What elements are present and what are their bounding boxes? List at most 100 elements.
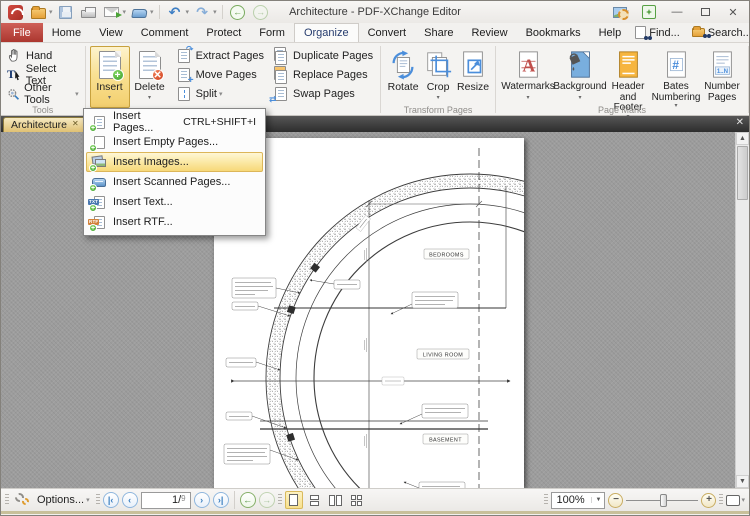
print-button[interactable]: [79, 3, 99, 21]
move-pages-button[interactable]: + Move Pages: [173, 65, 267, 84]
menu-item-insert-pages[interactable]: + Insert Pages... CTRL+SHIFT+I: [86, 112, 263, 132]
delete-button[interactable]: ✕ Delete ▾: [130, 46, 170, 108]
scan-button[interactable]: [129, 3, 149, 21]
scan-dropdown[interactable]: ▾: [150, 8, 154, 16]
tab-help[interactable]: Help: [590, 23, 631, 42]
tab-protect[interactable]: Protect: [197, 23, 250, 42]
grip-handle[interactable]: [278, 494, 282, 506]
fit-page-dropdown[interactable]: ▾: [741, 496, 745, 504]
number-pages-button[interactable]: 1..N Number Pages: [700, 46, 744, 108]
layout-two-pages-continuous-button[interactable]: [348, 491, 366, 509]
save-button[interactable]: [56, 3, 76, 21]
email-dropdown[interactable]: ▾: [123, 8, 127, 16]
other-tools-button[interactable]: Other Tools ▾: [5, 84, 81, 103]
bates-numbering-button[interactable]: # Bates Numbering▾: [652, 46, 700, 108]
menu-item-label: Insert Empty Pages...: [113, 136, 218, 148]
zoom-slider-handle[interactable]: [660, 494, 667, 507]
redo-dropdown[interactable]: ▾: [213, 8, 217, 16]
menu-item-label: Insert Text...: [113, 196, 173, 208]
resize-button[interactable]: Resize: [455, 46, 491, 108]
tab-convert[interactable]: Convert: [359, 23, 416, 42]
tab-close-icon[interactable]: ✕: [72, 119, 79, 128]
vertical-scrollbar[interactable]: ▲ ▼: [735, 132, 749, 488]
swap-pages-button[interactable]: ⇄ Swap Pages: [270, 84, 376, 103]
background-button[interactable]: Background ▾: [556, 46, 604, 108]
zoom-out-button[interactable]: −: [608, 493, 623, 508]
insert-empty-pages-icon: +: [91, 135, 107, 150]
menu-item-insert-scanned-pages[interactable]: + Insert Scanned Pages...: [86, 172, 263, 192]
crop-button[interactable]: Crop ▾: [421, 46, 455, 108]
view-back-button[interactable]: ←: [240, 492, 256, 508]
tab-form[interactable]: Form: [250, 23, 294, 42]
search-button[interactable]: Search...: [687, 23, 750, 42]
layout-continuous-button[interactable]: [306, 491, 324, 509]
maximize-button[interactable]: [693, 4, 717, 21]
next-page-button[interactable]: ›: [194, 492, 210, 508]
zoom-in-button[interactable]: +: [701, 493, 716, 508]
menu-item-insert-rtf[interactable]: RTF+ Insert RTF...: [86, 212, 263, 232]
rotate-button[interactable]: Rotate: [385, 46, 421, 108]
email-button[interactable]: [102, 3, 122, 21]
watermarks-button[interactable]: A Watermarks ▾: [500, 46, 556, 108]
grip-handle[interactable]: [719, 494, 723, 506]
swap-pages-icon: ⇄: [273, 86, 289, 102]
history-forward-button[interactable]: →: [251, 3, 271, 21]
tab-view[interactable]: View: [90, 23, 132, 42]
close-document-button[interactable]: ✕: [736, 117, 744, 128]
open-button[interactable]: [28, 3, 48, 21]
zoom-slider[interactable]: [626, 492, 698, 508]
split-label: Split: [196, 88, 217, 100]
tab-bookmarks[interactable]: Bookmarks: [517, 23, 590, 42]
layout-single-page-button[interactable]: [285, 491, 303, 509]
menu-item-insert-empty-pages[interactable]: + Insert Empty Pages...: [86, 132, 263, 152]
view-forward-button[interactable]: →: [259, 492, 275, 508]
open-dropdown[interactable]: ▾: [49, 8, 53, 16]
tab-home[interactable]: Home: [43, 23, 90, 42]
menu-item-insert-text[interactable]: TXT+ Insert Text...: [86, 192, 263, 212]
menu-item-insert-images[interactable]: + Insert Images...: [86, 152, 263, 172]
grip-handle[interactable]: [96, 494, 100, 506]
scroll-down-button[interactable]: ▼: [736, 475, 749, 488]
previous-page-button[interactable]: ‹: [122, 492, 138, 508]
insert-text-icon: TXT+: [91, 195, 107, 210]
replace-pages-button[interactable]: Replace Pages: [270, 65, 376, 84]
watermarks-icon: A: [513, 49, 543, 81]
scroll-up-button[interactable]: ▲: [736, 132, 749, 145]
tab-review[interactable]: Review: [462, 23, 516, 42]
layout-two-pages-button[interactable]: [327, 491, 345, 509]
zoom-level-combobox[interactable]: 100% ▼: [551, 492, 605, 509]
fit-page-icon[interactable]: [726, 495, 740, 506]
document-tab-architecture[interactable]: Architecture ✕: [3, 117, 87, 132]
scrollbar-thumb[interactable]: [737, 146, 748, 200]
redo-button[interactable]: ↷: [192, 3, 212, 21]
ribbon-tab-bar: File Home View Comment Protect Form Orga…: [1, 23, 749, 43]
insert-button[interactable]: + Insert ▾: [90, 46, 130, 108]
close-button[interactable]: ✕: [721, 4, 745, 21]
extract-pages-button[interactable]: ↷ Extract Pages: [173, 46, 267, 65]
find-label: Find...: [649, 27, 680, 39]
fullscreen-button[interactable]: [637, 4, 661, 21]
find-button[interactable]: Find...: [630, 23, 685, 42]
insert-scanned-pages-icon: +: [91, 175, 107, 190]
minimize-button[interactable]: —: [665, 4, 689, 21]
tab-organize[interactable]: Organize: [294, 23, 359, 42]
grip-handle[interactable]: [5, 494, 9, 506]
tab-share[interactable]: Share: [415, 23, 462, 42]
history-back-button[interactable]: ←: [228, 3, 248, 21]
app-menu-button[interactable]: [5, 3, 25, 21]
tab-file[interactable]: File: [1, 23, 43, 42]
undo-dropdown[interactable]: ▾: [186, 8, 190, 16]
undo-button[interactable]: ↶: [165, 3, 185, 21]
tab-comment[interactable]: Comment: [132, 23, 198, 42]
page-number-field[interactable]: 1/9: [141, 492, 191, 509]
last-page-button[interactable]: ›|: [213, 492, 229, 508]
find-icon: [635, 26, 646, 39]
options-button[interactable]: Options... ▾: [12, 491, 93, 510]
grip-handle[interactable]: [544, 494, 548, 506]
first-page-button[interactable]: |‹: [103, 492, 119, 508]
header-footer-button[interactable]: Header and Footer▾: [604, 46, 652, 108]
split-button[interactable]: Split ▾: [173, 84, 267, 103]
view-settings-button[interactable]: ▾: [609, 4, 633, 21]
zoom-dropdown-icon[interactable]: ▼: [591, 497, 604, 503]
duplicate-pages-button[interactable]: Duplicate Pages: [270, 46, 376, 65]
